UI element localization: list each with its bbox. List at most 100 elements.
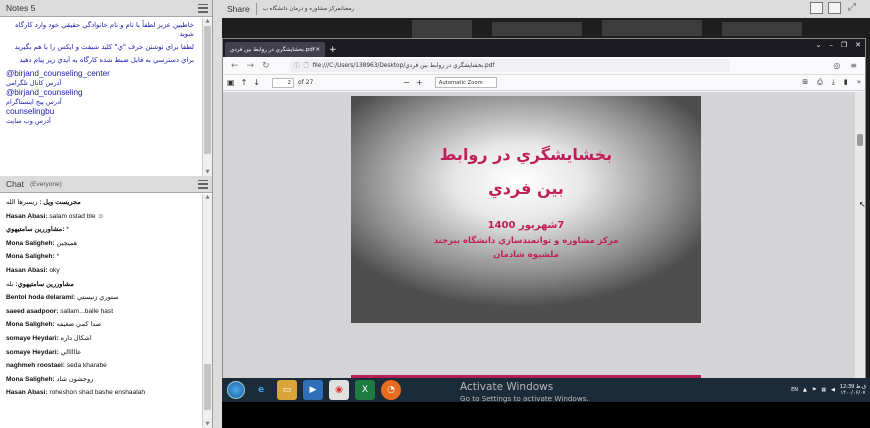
chat-sender: Hasan Abasi: — [6, 266, 48, 274]
scroll-thumb[interactable] — [204, 364, 211, 410]
chat-menu-icon[interactable] — [198, 179, 208, 189]
chat-message: Mona Saligheh: صدا كمي ضعيفه — [6, 318, 194, 332]
chat-sender: مشاوررين سامتيهوي: — [15, 280, 74, 288]
chat-message: مشاوررين سامتيهوي: * — [6, 223, 194, 237]
internet-explorer-icon[interactable]: e — [251, 380, 271, 400]
chat-sender: Hasan Abasi: — [6, 212, 48, 220]
maximize-icon[interactable]: ❐ — [841, 41, 847, 49]
chat-text: ستوري زنيستي — [77, 294, 119, 302]
website-caption: آدرس وب سايت — [6, 117, 51, 125]
zoom-out-icon[interactable]: − — [403, 78, 410, 87]
menu-icon[interactable]: ≡ — [850, 61, 857, 70]
clock[interactable]: 12:39 ق.ظ ۱۴۰۰/۰۶/۰۷ — [840, 384, 866, 396]
save-icon[interactable]: ⤓ — [832, 78, 835, 87]
layout-icon[interactable] — [810, 2, 823, 14]
notes-line: لطفا براي نوشتن حرف "ي" كليد شيفت و ايكس… — [14, 43, 194, 51]
share-title: رمضانمركز مشاوره و درمان دانشگاه ب — [262, 5, 355, 12]
zoom-select[interactable]: Automatic Zoom — [434, 77, 497, 88]
page-number-input[interactable]: 2 — [271, 77, 294, 88]
firefox-window: بخشايشگري در روابط بين فردي.pdf ✕ + ⌄ – … — [222, 38, 866, 378]
start-button-icon[interactable] — [227, 381, 245, 399]
share-label: Share — [227, 3, 250, 14]
chat-sender: Mona Saligheh: — [6, 375, 55, 383]
sidebar-toggle-icon[interactable]: ▣ — [227, 78, 235, 87]
close-icon[interactable]: ✕ — [855, 41, 861, 49]
telegram-link[interactable]: @birjand_counseling_center — [6, 69, 194, 79]
forward-icon[interactable]: → — [247, 61, 255, 71]
scroll-down-icon[interactable]: ▼ — [204, 421, 211, 428]
chat-sender: Mona Saligheh: — [6, 321, 55, 329]
layout-icon[interactable] — [828, 2, 841, 14]
viewer-scrollbar[interactable] — [855, 92, 865, 378]
scroll-thumb[interactable] — [204, 26, 211, 154]
next-page-icon[interactable]: ↓ — [253, 78, 260, 87]
website-link[interactable]: counselingbu — [6, 107, 194, 117]
pdf-viewer[interactable]: بخشايشگري در روابط بين فردي 7شهريور 1400… — [223, 92, 866, 378]
tray-arrow-icon[interactable]: ▲ — [803, 387, 807, 393]
chat-messages: مجريست ويل : ريسرها الله Hasan Abasi: sal… — [0, 194, 200, 428]
print-icon[interactable]: ⎙ — [817, 78, 823, 87]
language-indicator[interactable]: EN — [791, 387, 798, 393]
zoom-in-icon[interactable]: + — [416, 78, 423, 87]
volume-icon[interactable]: ◀ — [831, 387, 835, 393]
chat-scrollbar[interactable]: ▲ ▼ — [202, 194, 212, 428]
telegram-caption: آدرس كانال تلگرامي — [6, 79, 62, 87]
chat-message: Mona Saligheh: * — [6, 250, 194, 264]
chat-text: روحشون شاد — [56, 375, 94, 383]
flag-icon[interactable]: ⚑ — [812, 387, 816, 393]
tab-strip: بخشايشگري در روابط بين فردي.pdf ✕ + ⌄ – … — [223, 39, 865, 57]
new-tab-icon[interactable]: + — [329, 45, 337, 55]
browser-tab[interactable]: بخشايشگري در روابط بين فردي.pdf ✕ — [225, 42, 325, 57]
slide-date: 7شهريور 1400 — [487, 220, 565, 231]
chat-message: naghmeh roostaei: seda kharabe — [6, 359, 194, 373]
chat-message: Mona Saligheh: روحشون شاد — [6, 373, 194, 387]
presentation-icon[interactable]: ⊞ — [802, 78, 808, 87]
scroll-up-icon[interactable]: ▲ — [204, 18, 211, 25]
chat-scope[interactable]: (Everyone) — [30, 181, 62, 188]
scroll-down-icon[interactable]: ▼ — [204, 169, 211, 176]
list-tabs-icon[interactable]: ⌄ — [815, 41, 821, 49]
pdf-tools: ⊞ ⎙ ⤓ ▮ » — [802, 78, 861, 87]
chat-message: Bentol hoda delarami: ستوري زنيستي — [6, 291, 194, 305]
url-bar[interactable]: ⓘ 🗋 file:///C:/Users/138963/Desktop/بخشا… — [289, 59, 730, 72]
scroll-up-icon[interactable]: ▲ — [204, 194, 211, 201]
chat-sender: مشاوررين سامتيهوي: — [6, 226, 65, 234]
firefox-icon[interactable]: ◔ — [381, 380, 401, 400]
notes-pod: Notes 5 خاطبين عزيز لطفاً با نام و نام خ… — [0, 0, 212, 176]
fullscreen-icon[interactable]: ⤢ — [848, 2, 856, 13]
nav-bar: ← → ↻ ⓘ 🗋 file:///C:/Users/138963/Deskto… — [223, 57, 865, 75]
chat-sender: naghmeh roostaei: — [6, 362, 65, 370]
chat-sender: مجريست ويل : — [39, 199, 81, 206]
divider — [255, 2, 257, 15]
chat-sender: Mona Saligheh: — [6, 239, 55, 247]
chat-text: oky — [49, 266, 60, 274]
previous-page-icon[interactable]: ↑ — [241, 78, 248, 87]
network-icon[interactable]: ▦ — [821, 387, 826, 393]
pocket-icon[interactable]: ◎ — [833, 61, 840, 70]
minimize-icon[interactable]: – — [829, 41, 833, 49]
page-info-icon[interactable]: ⓘ — [294, 61, 300, 70]
desktop-ghost — [722, 22, 802, 36]
chat-sender: Bentol hoda delarami: — [6, 294, 76, 302]
tools-icon[interactable]: » — [857, 78, 861, 87]
back-icon[interactable]: ← — [231, 61, 239, 71]
clock-date: ۱۴۰۰/۰۶/۰۷ — [840, 390, 866, 396]
chrome-icon[interactable]: ◉ — [329, 380, 349, 400]
media-player-icon[interactable]: ▶ — [303, 380, 323, 400]
chat-text: ريسرها الله — [6, 199, 38, 206]
notes-menu-icon[interactable] — [198, 3, 208, 13]
reload-icon[interactable]: ↻ — [262, 61, 270, 71]
chat-sender: somaye Heydari: — [6, 348, 59, 356]
instagram-link[interactable]: @birjand_counseling — [6, 88, 194, 98]
chat-header: Chat (Everyone) — [0, 176, 212, 193]
file-explorer-icon[interactable]: ▭ — [277, 380, 297, 400]
close-icon[interactable]: ✕ — [315, 47, 320, 53]
chat-text: seda kharabe — [66, 362, 107, 370]
scroll-thumb[interactable] — [857, 134, 863, 146]
chat-text: صدا كمي ضعيفه — [56, 321, 102, 329]
tab-title: بخشايشگري در روابط بين فردي.pdf — [230, 46, 315, 53]
share-header: Share رمضانمركز مشاوره و درمان دانشگاه ب… — [222, 0, 870, 17]
bookmark-icon[interactable]: ▮ — [844, 78, 848, 87]
notes-scrollbar[interactable]: ▲ ▼ — [202, 18, 212, 176]
excel-icon[interactable]: X — [355, 380, 375, 400]
